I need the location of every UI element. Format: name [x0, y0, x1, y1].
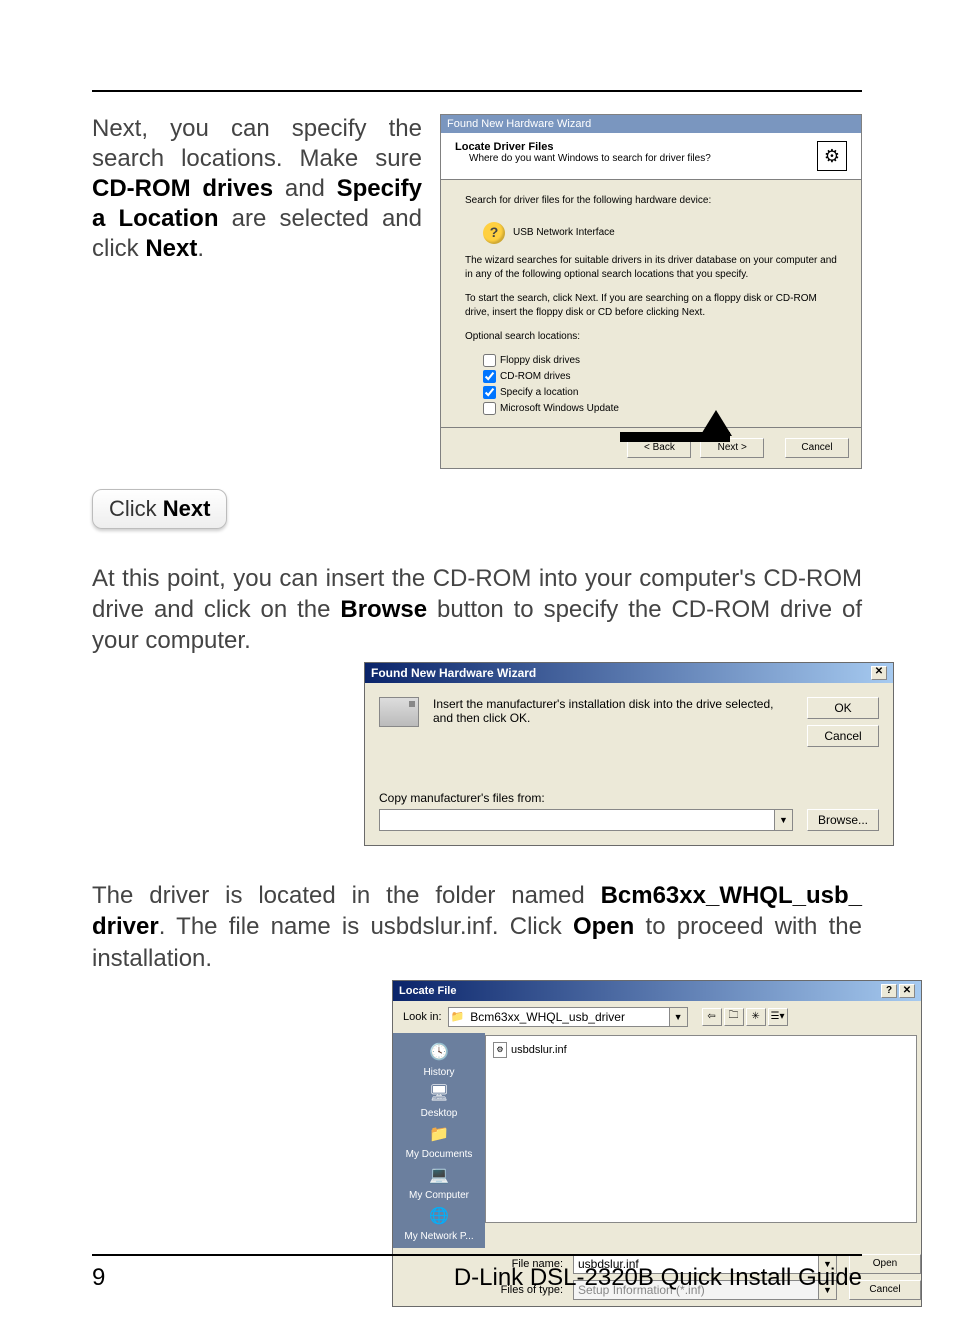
help-icon[interactable]: ? — [881, 984, 897, 998]
computer-icon: 💻 — [423, 1162, 455, 1188]
option-floppy[interactable]: Floppy disk drives — [483, 354, 837, 368]
checkbox-ms-update[interactable] — [483, 402, 496, 415]
cancel-button[interactable]: Cancel — [807, 725, 879, 747]
desktop-icon: 🖥 — [423, 1080, 455, 1106]
sidebar-history[interactable]: 🕓History — [423, 1039, 455, 1078]
copy-from-input[interactable] — [380, 810, 774, 830]
up-folder-icon[interactable]: 🗀 — [724, 1008, 744, 1026]
question-icon: ? — [483, 222, 505, 244]
arrow-stem — [620, 432, 730, 442]
dlg3-title: Locate File — [399, 985, 456, 997]
documents-icon: 📁 — [423, 1121, 455, 1147]
views-icon[interactable]: ☰▾ — [768, 1008, 788, 1026]
sidebar-my-computer[interactable]: 💻My Computer — [409, 1162, 469, 1201]
look-in-label: Look in: — [403, 1011, 442, 1023]
chevron-down-icon[interactable]: ▼ — [669, 1008, 687, 1026]
sidebar-my-network[interactable]: 🌐My Network P... — [404, 1203, 473, 1242]
instruction-paragraph-3: The driver is located in the folder name… — [92, 880, 862, 974]
wizard1-subheading: Where do you want Windows to search for … — [455, 153, 817, 164]
places-sidebar: 🕓History 🖥Desktop 📁My Documents 💻My Comp… — [393, 1033, 485, 1248]
insert-disk-dialog: Found New Hardware Wizard ✕ Insert the m… — [364, 662, 894, 846]
wizard1-body-line1: Search for driver files for the followin… — [465, 194, 837, 208]
copy-from-combo[interactable]: ▼ — [379, 809, 793, 831]
option-ms-update[interactable]: Microsoft Windows Update — [483, 402, 837, 416]
wizard-dialog-1: Found New Hardware Wizard Locate Driver … — [440, 114, 862, 469]
callout-click-next: Click Next — [92, 489, 227, 529]
floppy-icon — [379, 697, 419, 727]
file-item[interactable]: ⚙ usbdslur.inf — [490, 1040, 912, 1060]
file-list[interactable]: ⚙ usbdslur.inf — [485, 1035, 917, 1223]
checkbox-cdrom[interactable] — [483, 370, 496, 383]
device-name: USB Network Interface — [513, 226, 615, 240]
sidebar-desktop[interactable]: 🖥Desktop — [421, 1080, 458, 1119]
inf-file-icon: ⚙ — [493, 1042, 507, 1058]
copy-from-label: Copy manufacturer's files from: — [379, 791, 879, 805]
option-cdrom[interactable]: CD-ROM drives — [483, 370, 837, 384]
page-number: 9 — [92, 1264, 105, 1292]
sidebar-my-documents[interactable]: 📁My Documents — [406, 1121, 473, 1160]
close-icon[interactable]: ✕ — [871, 666, 887, 680]
footer-title: D-Link DSL-2320B Quick Install Guide — [454, 1264, 862, 1292]
option-specify[interactable]: Specify a location — [483, 386, 837, 400]
ok-button[interactable]: OK — [807, 697, 879, 719]
wizard1-body-line2: The wizard searches for suitable drivers… — [465, 254, 837, 282]
dlg2-message: Insert the manufacturer's installation d… — [433, 697, 787, 725]
browse-button[interactable]: Browse... — [807, 809, 879, 831]
wizard-header-icon: ⚙ — [817, 141, 847, 171]
new-folder-icon[interactable]: ✳ — [746, 1008, 766, 1026]
cancel-button[interactable]: Cancel — [785, 438, 849, 458]
optional-locations-label: Optional search locations: — [465, 330, 837, 344]
chevron-down-icon[interactable]: ▼ — [774, 810, 792, 830]
instruction-paragraph-1: Next, you can specify the search locatio… — [92, 114, 422, 469]
checkbox-floppy[interactable] — [483, 354, 496, 367]
wizard1-heading: Locate Driver Files — [455, 141, 817, 153]
checkbox-specify[interactable] — [483, 386, 496, 399]
wizard1-titlebar: Found New Hardware Wizard — [441, 115, 861, 133]
wizard1-body-line3: To start the search, click Next. If you … — [465, 292, 837, 320]
history-icon: 🕓 — [423, 1039, 455, 1065]
look-in-combo[interactable]: 📁 ▼ — [448, 1007, 688, 1027]
close-icon[interactable]: ✕ — [899, 984, 915, 998]
network-icon: 🌐 — [423, 1203, 455, 1229]
dlg2-title: Found New Hardware Wizard — [371, 666, 536, 680]
nav-back-icon[interactable]: ⇦ — [702, 1008, 722, 1026]
instruction-paragraph-2: At this point, you can insert the CD-ROM… — [92, 563, 862, 657]
look-in-input[interactable] — [466, 1008, 668, 1026]
